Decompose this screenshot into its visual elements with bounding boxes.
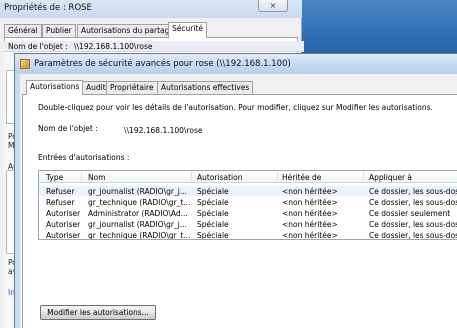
desktop-background <box>300 0 457 60</box>
row-name: gr_technique (RADIO\gr_t... <box>88 198 190 207</box>
row-type: Autoriser <box>46 209 81 218</box>
row-inherited: <non héritée> <box>282 198 338 207</box>
tab-share-permissions[interactable]: Autorisations du partage <box>77 24 178 37</box>
row-apply-to: Ce dossier, les sous-dossiers <box>369 198 457 207</box>
column-name[interactable]: Nom <box>88 173 106 182</box>
row-name: Administrator (RADIO\Ad... <box>88 209 188 218</box>
lock-icon <box>20 59 30 69</box>
object-name-label: Nom de l'objet : <box>8 42 68 51</box>
dialog-title: Paramètres de sécurité avancés pour rose… <box>34 59 291 69</box>
properties-titlebar: Propriétés de : ROSE × <box>0 0 302 18</box>
row-apply-to: Ce dossier, les sous-dossiers <box>369 220 457 229</box>
row-name: gr_journalist (RADIO\gr_j... <box>88 187 187 196</box>
row-name: gr_journalist (RADIO\gr_j... <box>88 220 187 229</box>
row-inherited: <non héritée> <box>282 231 338 240</box>
dialog-object-label: Nom de l'objet : <box>38 124 98 133</box>
row-permission: Spéciale <box>197 198 229 207</box>
table-row[interactable]: Refuser gr_journalist (RADIO\gr_j... Spé… <box>39 186 457 196</box>
close-icon[interactable]: × <box>258 0 288 12</box>
row-permission: Spéciale <box>197 231 229 240</box>
row-apply-to: Ce dossier seulement <box>369 209 451 218</box>
dialog-titlebar: Paramètres de sécurité avancés pour rose… <box>15 54 457 74</box>
permission-entries-list[interactable]: Type Nom Autorisation Héritée de Appliqu… <box>38 170 457 240</box>
tab-effective-permissions[interactable]: Autorisations effectives <box>157 81 254 94</box>
column-inherited-from[interactable]: Héritée de <box>282 173 321 182</box>
column-divider[interactable] <box>363 171 364 183</box>
row-permission: Spéciale <box>197 220 229 229</box>
tab-security[interactable]: Sécurité <box>168 22 207 38</box>
tab-permissions[interactable]: Autorisations <box>26 80 84 95</box>
row-inherited: <non héritée> <box>282 220 338 229</box>
row-apply-to: Ce dossier, les sous-dossiers <box>369 187 457 196</box>
row-inherited: <non héritée> <box>282 209 338 218</box>
row-type: Refuser <box>46 187 75 196</box>
modify-permissions-button[interactable]: Modifier les autorisations... <box>40 305 156 320</box>
tab-publier[interactable]: Publier <box>42 24 76 37</box>
column-divider[interactable] <box>191 171 192 183</box>
row-apply-to: Ce dossier, les sous-dossiers <box>369 231 457 240</box>
dialog-description: Double-cliquez pour voir les détails de … <box>38 103 433 112</box>
table-row[interactable]: Autoriser gr_journalist (RADIO\gr_j... S… <box>39 219 457 229</box>
row-type: Refuser <box>46 198 75 207</box>
dialog-object-path: \\192.168.1.100\rose <box>124 126 203 135</box>
table-row[interactable]: Autoriser gr_technique (RADIO\gr_t... Sp… <box>39 230 457 240</box>
row-permission: Spéciale <box>197 187 229 196</box>
row-permission: Spéciale <box>197 209 229 218</box>
row-type: Autoriser <box>46 231 81 240</box>
table-row[interactable]: Refuser gr_technique (RADIO\gr_t... Spéc… <box>39 197 457 207</box>
row-inherited: <non héritée> <box>282 187 338 196</box>
list-header: Type Nom Autorisation Héritée de Appliqu… <box>39 171 457 183</box>
column-divider[interactable] <box>277 171 278 183</box>
row-name: gr_technique (RADIO\gr_t... <box>88 231 190 240</box>
entries-label: Entrées d'autorisations : <box>38 153 130 162</box>
column-type[interactable]: Type <box>46 173 63 182</box>
row-type: Autoriser <box>46 220 81 229</box>
object-name-value: \\192.168.1.100\rose <box>74 42 153 51</box>
properties-title: Propriétés de : ROSE <box>4 3 92 13</box>
column-permission[interactable]: Autorisation <box>197 173 242 182</box>
column-apply-to[interactable]: Appliquer à <box>369 173 412 182</box>
tab-general[interactable]: Général <box>4 24 42 37</box>
table-row[interactable]: Autoriser Administrator (RADIO\Ad... Spé… <box>39 208 457 218</box>
column-divider[interactable] <box>81 171 82 183</box>
tab-owner[interactable]: Propriétaire <box>106 81 158 94</box>
